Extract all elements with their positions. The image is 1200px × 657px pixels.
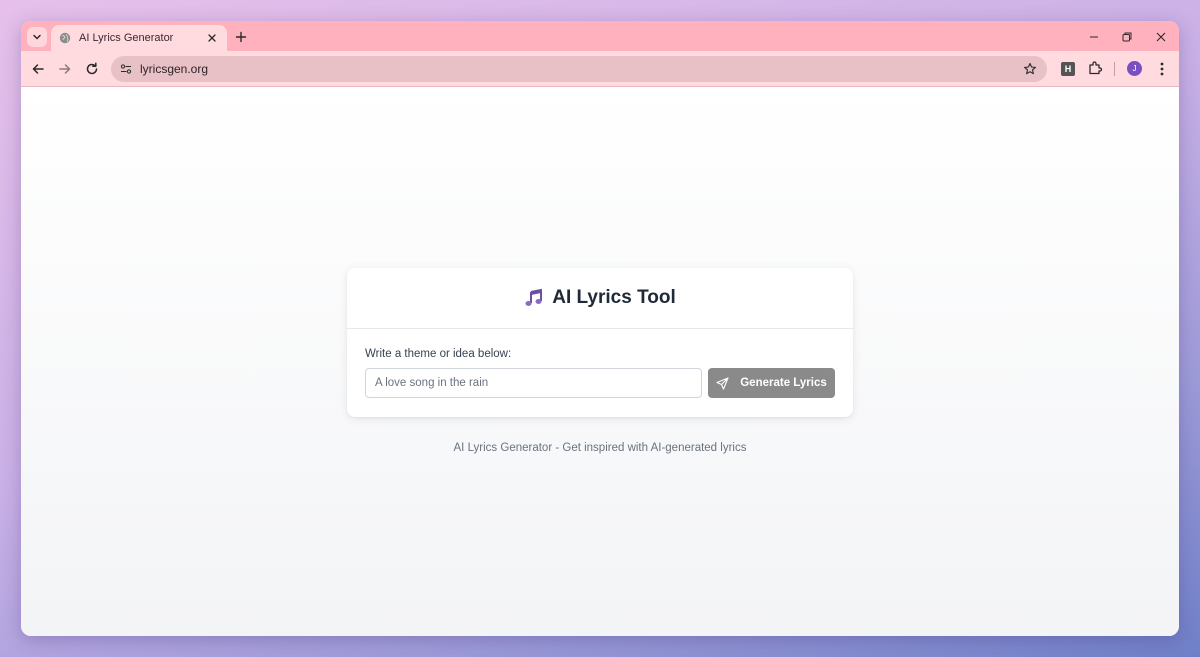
arrow-right-icon bbox=[59, 64, 71, 74]
tab-strip: AI Lyrics Generator bbox=[21, 21, 1179, 51]
tab-title: AI Lyrics Generator bbox=[79, 32, 174, 44]
window-close-button[interactable] bbox=[1153, 29, 1169, 45]
theme-input[interactable] bbox=[365, 368, 702, 398]
new-tab-button[interactable] bbox=[233, 29, 249, 45]
generate-lyrics-label: Generate Lyrics bbox=[740, 377, 827, 389]
reload-button[interactable] bbox=[83, 60, 101, 78]
footer-text: AI Lyrics Generator - Get inspired with … bbox=[453, 442, 747, 454]
bookmark-star-icon[interactable] bbox=[1023, 62, 1037, 76]
browser-menu-button[interactable] bbox=[1154, 60, 1170, 78]
card-title: AI Lyrics Tool bbox=[552, 287, 676, 308]
restore-icon bbox=[1122, 32, 1132, 42]
close-icon bbox=[1156, 32, 1166, 42]
browser-toolbar: lyricsgen.org H J bbox=[21, 51, 1179, 87]
music-notes-icon bbox=[524, 288, 544, 308]
card-header: AI Lyrics Tool bbox=[347, 268, 853, 329]
extensions-puzzle-icon[interactable] bbox=[1087, 60, 1103, 76]
page-content: AI Lyrics Tool Write a theme or idea bel… bbox=[21, 87, 1179, 636]
card-body: Write a theme or idea below: Generate Ly… bbox=[347, 329, 853, 398]
back-button[interactable] bbox=[29, 60, 47, 78]
browser-window: AI Lyrics Generator lyricsgen.org H J AI… bbox=[21, 21, 1179, 636]
toolbar-divider bbox=[1114, 62, 1115, 76]
forward-button[interactable] bbox=[56, 60, 74, 78]
generate-lyrics-button[interactable]: Generate Lyrics bbox=[708, 368, 835, 398]
close-icon bbox=[208, 34, 216, 42]
reload-icon bbox=[86, 62, 98, 75]
extension-h-icon[interactable]: H bbox=[1061, 62, 1075, 76]
more-vertical-icon bbox=[1160, 62, 1164, 76]
plus-icon bbox=[235, 31, 247, 43]
url-text[interactable]: lyricsgen.org bbox=[140, 62, 208, 76]
profile-avatar[interactable]: J bbox=[1127, 61, 1142, 76]
address-bar[interactable]: lyricsgen.org bbox=[111, 56, 1047, 82]
minimize-button[interactable] bbox=[1086, 29, 1102, 45]
tab-active[interactable]: AI Lyrics Generator bbox=[51, 25, 227, 51]
restore-button[interactable] bbox=[1119, 29, 1135, 45]
minimize-icon bbox=[1090, 36, 1098, 38]
tab-close-button[interactable] bbox=[205, 31, 219, 45]
chevron-down-icon bbox=[33, 34, 41, 40]
input-row: Generate Lyrics bbox=[365, 368, 835, 398]
send-icon bbox=[716, 376, 729, 390]
site-info-icon[interactable] bbox=[119, 62, 133, 76]
globe-icon bbox=[59, 32, 71, 44]
lyrics-tool-card: AI Lyrics Tool Write a theme or idea bel… bbox=[347, 268, 853, 417]
tab-search-button[interactable] bbox=[27, 27, 47, 47]
arrow-left-icon bbox=[32, 64, 44, 74]
theme-prompt-label: Write a theme or idea below: bbox=[365, 348, 512, 360]
